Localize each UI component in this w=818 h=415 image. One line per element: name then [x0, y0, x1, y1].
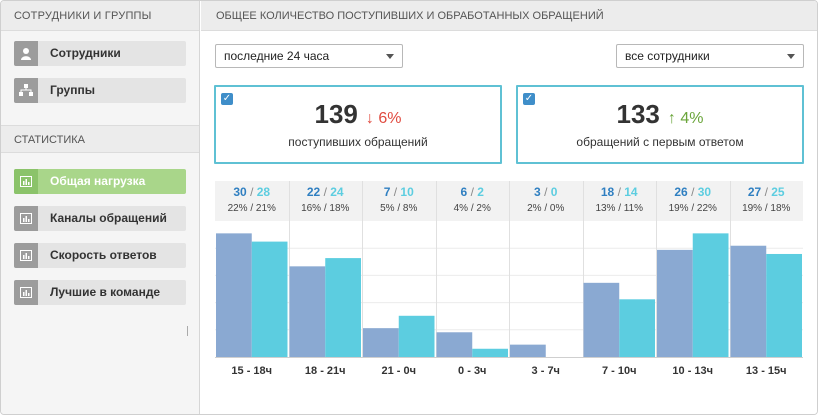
- sidebar-item-label: Лучшие в команде: [50, 285, 161, 299]
- incoming-trend: 6%: [378, 110, 402, 127]
- bar-incoming: [436, 332, 473, 357]
- sidebar-top-section: Сотрудники Группы: [1, 31, 199, 121]
- sidebar-item-response-speed[interactable]: Скорость ответов: [14, 243, 186, 268]
- category-label: 3 - 7ч: [532, 365, 560, 377]
- category-label: 10 - 13ч: [672, 365, 713, 377]
- sidebar-item-best-in-team[interactable]: Лучшие в команде: [14, 280, 186, 305]
- bar-incoming: [510, 344, 546, 357]
- bar-incoming: [657, 249, 693, 357]
- category-label: 21 - 0ч: [381, 365, 416, 377]
- bar-incoming: [363, 328, 399, 357]
- load-chart: 30 / 28 22% / 21% 15 - 18ч 22 / 24 16% / 18%…: [215, 181, 803, 381]
- incoming-count: 139: [314, 99, 358, 129]
- percent-label: 22% / 21%: [228, 203, 276, 214]
- bar-chart-icon: [14, 243, 38, 268]
- staff-select-value: все сотрудники: [625, 49, 710, 63]
- arrow-up-icon: ↑: [667, 110, 676, 127]
- incoming-label: поступивших обращений: [288, 135, 428, 149]
- group-icon: [14, 78, 38, 103]
- app-frame: Сотрудники и группы Сотрудники Группы Ст…: [0, 0, 818, 415]
- value-label: 7 / 10: [384, 185, 414, 199]
- bar-chart-icon: [14, 206, 38, 231]
- bar-chart-icon: [14, 169, 38, 194]
- value-label: 18 / 14: [601, 185, 638, 199]
- sidebar-item-label: Группы: [50, 83, 95, 97]
- answered-stat-card: ✓ 133 ↑ 4% обращений с первым ответом: [516, 85, 804, 164]
- sidebar-item-label: Скорость ответов: [50, 248, 157, 262]
- value-label: 6 / 2: [461, 185, 485, 199]
- category-label: 7 - 10ч: [602, 365, 637, 377]
- page-title: Общее количество поступивших и обработан…: [201, 1, 817, 31]
- bar-incoming: [730, 245, 767, 357]
- bar-answered: [251, 241, 288, 357]
- sidebar-header: Сотрудники и группы: [1, 1, 199, 31]
- value-label: 27 / 25: [748, 185, 785, 199]
- category-label: 18 - 21ч: [305, 365, 346, 377]
- person-icon: [14, 41, 38, 66]
- sidebar-stats-section: Общая нагрузка Каналы обращений Скорость…: [1, 153, 199, 323]
- sidebar-item-total-load[interactable]: Общая нагрузка: [14, 169, 186, 194]
- bar-chart: 30 / 28 22% / 21% 15 - 18ч 22 / 24 16% / 18%…: [215, 181, 803, 377]
- percent-label: 19% / 22%: [669, 203, 717, 214]
- period-select[interactable]: последние 24 часа: [215, 44, 403, 68]
- category-label: 13 - 15ч: [746, 365, 787, 377]
- percent-label: 5% / 8%: [380, 203, 417, 214]
- bar-answered: [472, 348, 508, 357]
- sidebar-item-employees[interactable]: Сотрудники: [14, 41, 186, 66]
- answered-trend: 4%: [680, 110, 704, 127]
- category-label: 15 - 18ч: [231, 365, 272, 377]
- percent-label: 2% / 0%: [527, 203, 564, 214]
- arrow-down-icon: ↓: [365, 110, 374, 127]
- sidebar-section-title: Статистика: [1, 125, 199, 153]
- bar-incoming: [583, 282, 620, 357]
- percent-label: 4% / 2%: [454, 203, 491, 214]
- sidebar-item-label: Сотрудники: [50, 46, 121, 60]
- value-label: 30 / 28: [233, 185, 270, 199]
- bar-answered: [619, 299, 655, 357]
- sidebar-item-label: Каналы обращений: [50, 211, 167, 225]
- percent-label: 19% / 18%: [742, 203, 790, 214]
- value-label: 3 / 0: [534, 185, 558, 199]
- bar-incoming: [289, 266, 326, 357]
- period-select-value: последние 24 часа: [224, 49, 330, 63]
- sidebar-item-label: Общая нагрузка: [50, 174, 146, 188]
- bar-answered: [692, 233, 729, 357]
- sidebar-item-groups[interactable]: Группы: [14, 78, 186, 103]
- answered-label: обращений с первым ответом: [576, 135, 744, 149]
- bar-incoming: [216, 233, 252, 357]
- staff-select[interactable]: все сотрудники: [616, 44, 804, 68]
- main-panel: Общее количество поступивших и обработан…: [201, 1, 817, 414]
- chevron-down-icon: [386, 54, 394, 59]
- value-label: 22 / 24: [307, 185, 344, 199]
- bar-answered: [325, 258, 361, 357]
- bar-answered: [766, 253, 802, 357]
- sidebar-item-channels[interactable]: Каналы обращений: [14, 206, 186, 231]
- bar-chart-icon: [14, 280, 38, 305]
- incoming-stat-card: ✓ 139 ↓ 6% поступивших обращений: [214, 85, 502, 164]
- resize-handle[interactable]: [187, 326, 188, 336]
- value-label: 26 / 30: [674, 185, 711, 199]
- sidebar: Сотрудники и группы Сотрудники Группы Ст…: [1, 1, 200, 414]
- category-label: 0 - 3ч: [458, 365, 486, 377]
- percent-label: 13% / 11%: [595, 203, 643, 214]
- answered-count: 133: [616, 99, 660, 129]
- chevron-down-icon: [787, 54, 795, 59]
- bar-answered: [398, 315, 435, 357]
- percent-label: 16% / 18%: [301, 203, 349, 214]
